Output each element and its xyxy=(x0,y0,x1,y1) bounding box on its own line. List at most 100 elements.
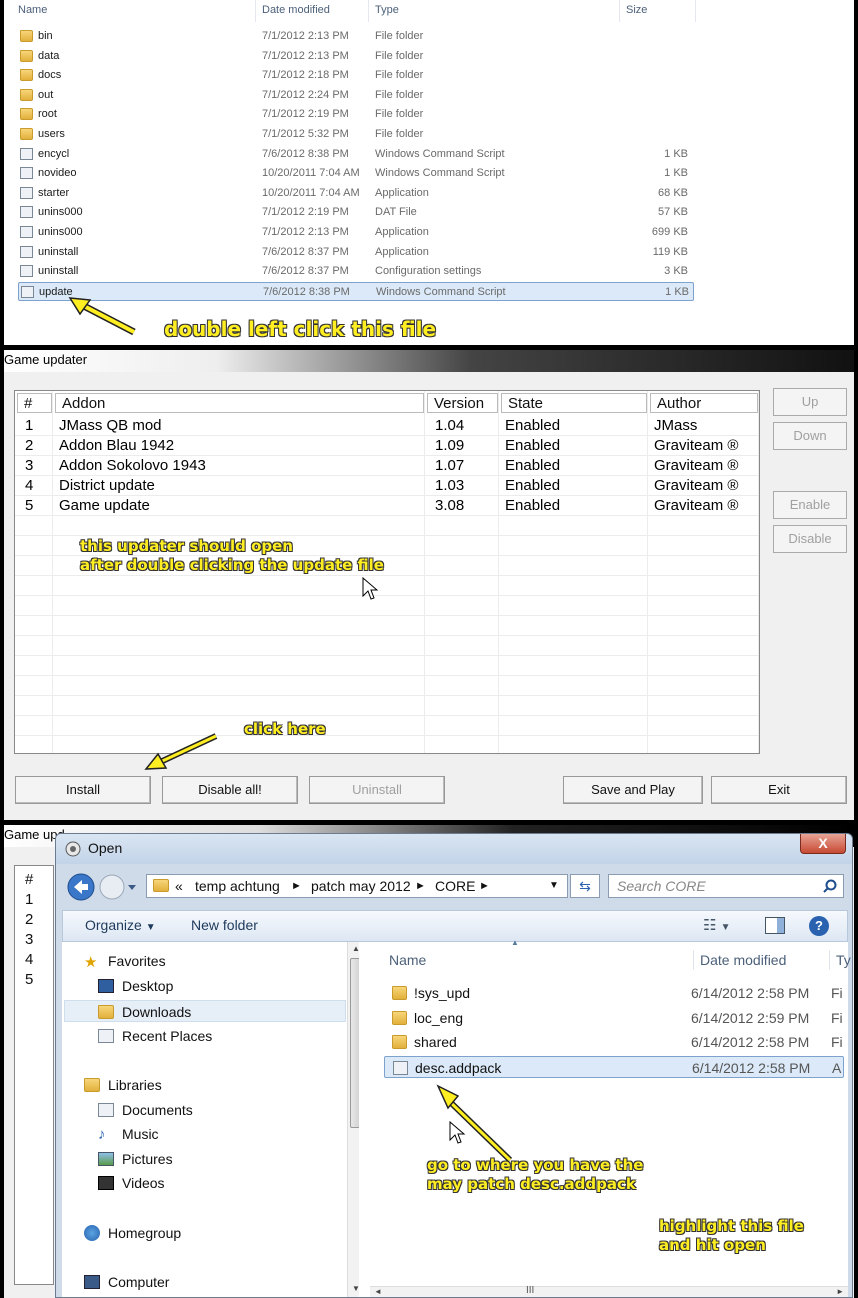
scroll-right-icon[interactable]: ► xyxy=(836,1287,844,1296)
file-column-header-type[interactable]: Ty xyxy=(829,950,851,970)
file-row[interactable]: uninstall 7/6/2012 8:37 PM Application 119 … xyxy=(18,243,694,262)
nav-libraries[interactable]: Libraries xyxy=(84,1074,162,1096)
file-date: 6/14/2012 2:58 PM xyxy=(691,985,810,1001)
grid-header-addon[interactable]: Addon xyxy=(55,393,424,413)
file-row[interactable]: starter 10/20/2011 7:04 AM Application 68 K… xyxy=(18,184,694,203)
file-row[interactable]: users 7/1/2012 5:32 PM File folder xyxy=(18,125,694,144)
down-button[interactable]: Down xyxy=(773,422,847,450)
addon-row[interactable]: 3 Addon Sokolovo 1943 1.07 Enabled Graviteam… xyxy=(15,456,759,476)
nav-documents[interactable]: Documents xyxy=(98,1099,193,1121)
nav-favorites[interactable]: ★ Favorites xyxy=(84,950,166,972)
chevron-down-icon: ▼ xyxy=(145,922,156,933)
grid-cell: 1.04 xyxy=(435,417,465,434)
file-row[interactable]: uninstall 7/6/2012 8:37 PM Configuration s… xyxy=(18,262,694,281)
column-header-size[interactable]: Size xyxy=(620,0,696,22)
grid-header-version[interactable]: Version xyxy=(427,393,498,413)
grid-cell: Graviteam ® xyxy=(654,497,739,514)
refresh-icon[interactable]: ⇆ xyxy=(570,874,600,898)
file-name: encycl xyxy=(38,147,70,160)
search-icon[interactable] xyxy=(823,879,837,893)
search-input[interactable]: Search CORE xyxy=(608,874,844,898)
file-size: 1 KB xyxy=(665,285,689,298)
exit-button[interactable]: Exit xyxy=(711,776,847,804)
grid-header-author[interactable]: Author xyxy=(650,393,758,413)
up-button[interactable]: Up xyxy=(773,388,847,416)
new-folder-button[interactable]: New folder xyxy=(191,917,258,933)
help-icon[interactable]: ? xyxy=(809,916,829,936)
nav-computer[interactable]: Computer xyxy=(84,1271,169,1293)
column-header-type[interactable]: Type xyxy=(369,0,620,22)
grid-cell: 1.09 xyxy=(435,437,465,454)
file-name: unins000 xyxy=(38,226,83,238)
dialog-title-bar: Open X xyxy=(56,834,852,864)
forward-arrow-icon[interactable] xyxy=(99,874,125,900)
grid-header-state[interactable]: State xyxy=(501,393,647,413)
grid-cell: Graviteam ® xyxy=(654,477,739,494)
pictures-icon xyxy=(98,1152,114,1166)
scroll-left-icon[interactable]: ◄ xyxy=(374,1287,382,1296)
file-row-shared[interactable]: shared 6/14/2012 2:58 PM Fi xyxy=(384,1031,844,1053)
address-dropdown-icon[interactable]: ▼ xyxy=(549,875,559,897)
nav-homegroup[interactable]: Homegroup xyxy=(84,1222,181,1244)
file-row[interactable]: unins000 7/1/2012 2:13 PM Application 699 K… xyxy=(18,223,694,242)
close-button[interactable]: X xyxy=(800,834,846,854)
sort-ascending-icon: ▲ xyxy=(511,938,519,947)
nav-music[interactable]: ♪ Music xyxy=(98,1123,159,1145)
address-prefix: « xyxy=(175,878,183,894)
organize-menu[interactable]: Organize ▼ xyxy=(85,917,156,933)
folder-icon xyxy=(20,30,33,42)
column-header-date[interactable]: Date modified xyxy=(256,0,369,22)
addon-row[interactable]: 1 JMass QB mod 1.04 Enabled JMass xyxy=(15,416,759,436)
file-row--sys-upd[interactable]: !sys_upd 6/14/2012 2:58 PM Fi xyxy=(384,982,844,1004)
folder-icon xyxy=(392,986,407,1000)
grid-header-number[interactable]: # xyxy=(17,393,52,413)
file-row[interactable]: docs 7/1/2012 2:18 PM File folder xyxy=(18,66,694,85)
file-row[interactable]: unins000 7/1/2012 2:19 PM DAT File 57 KB xyxy=(18,203,694,222)
save-and-play-button[interactable]: Save and Play xyxy=(563,776,703,804)
file-type: File folder xyxy=(375,108,424,121)
nav-label: Downloads xyxy=(122,1004,192,1020)
disable-all-button[interactable]: Disable all! xyxy=(162,776,298,804)
address-bar[interactable]: « temp achtung ► patch may 2012 ► CORE ►… xyxy=(146,874,568,898)
file-column-header-date[interactable]: Date modified xyxy=(693,950,786,970)
file-type: A xyxy=(832,1059,842,1076)
file-name: shared xyxy=(414,1034,457,1051)
addon-row[interactable]: 2 Addon Blau 1942 1.09 Enabled Graviteam ® xyxy=(15,436,759,456)
recent-pages-chevron-icon[interactable] xyxy=(128,885,136,890)
uninstall-button[interactable]: Uninstall xyxy=(309,776,445,804)
open-dialog-screen: Game upd #1 2 3 4 5 Open X « temp achtun… xyxy=(4,825,854,1298)
background-grid-cell: 4 xyxy=(25,951,34,968)
file-row[interactable]: root 7/1/2012 2:19 PM File folder xyxy=(18,105,694,124)
file-row[interactable]: out 7/1/2012 2:24 PM File folder xyxy=(18,86,694,105)
file-column-header-name[interactable]: Name xyxy=(389,950,426,970)
preview-pane-icon[interactable] xyxy=(765,917,785,934)
nav-pictures[interactable]: Pictures xyxy=(98,1148,173,1170)
addon-row[interactable]: 5 Game update 3.08 Enabled Graviteam ® xyxy=(15,496,759,516)
file-type: Fi xyxy=(831,985,843,1001)
back-arrow-icon[interactable] xyxy=(67,873,95,901)
breadcrumb-patch-may-2012[interactable]: patch may 2012 xyxy=(311,875,411,897)
file-date: 7/1/2012 2:13 PM xyxy=(262,49,349,62)
breadcrumb-core[interactable]: CORE xyxy=(435,875,475,897)
file-row[interactable]: bin 7/1/2012 2:13 PM File folder xyxy=(18,27,694,46)
addon-row[interactable]: 4 District update 1.03 Enabled Graviteam ® xyxy=(15,476,759,496)
enable-button[interactable]: Enable xyxy=(773,491,847,519)
file-row[interactable]: encycl 7/6/2012 8:38 PM Windows Command Sc… xyxy=(18,145,694,164)
arrow-to-update-file xyxy=(68,297,136,336)
install-button[interactable]: Install xyxy=(15,776,151,804)
column-header-name[interactable]: Name xyxy=(4,0,256,22)
file-size: 1 KB xyxy=(664,167,688,180)
horizontal-scrollbar[interactable]: ◄ III ► xyxy=(370,1285,848,1297)
file-row[interactable]: novideo 10/20/2011 7:04 AM Windows Command… xyxy=(18,164,694,183)
nav-downloads[interactable]: Downloads xyxy=(64,1000,346,1022)
file-row[interactable]: data 7/1/2012 2:13 PM File folder xyxy=(18,47,694,66)
disable-button[interactable]: Disable xyxy=(773,525,847,553)
file-row-loc-eng[interactable]: loc_eng 6/14/2012 2:59 PM Fi xyxy=(384,1007,844,1029)
nav-videos[interactable]: Videos xyxy=(98,1172,165,1194)
file-date: 7/1/2012 2:18 PM xyxy=(262,69,349,82)
nav-recent-places[interactable]: Recent Places xyxy=(98,1025,212,1047)
view-options-icon[interactable]: ☷ ▼ xyxy=(703,916,731,934)
breadcrumb-temp-achtung[interactable]: temp achtung xyxy=(195,875,280,897)
application-icon xyxy=(20,186,33,199)
nav-desktop[interactable]: Desktop xyxy=(98,975,173,997)
